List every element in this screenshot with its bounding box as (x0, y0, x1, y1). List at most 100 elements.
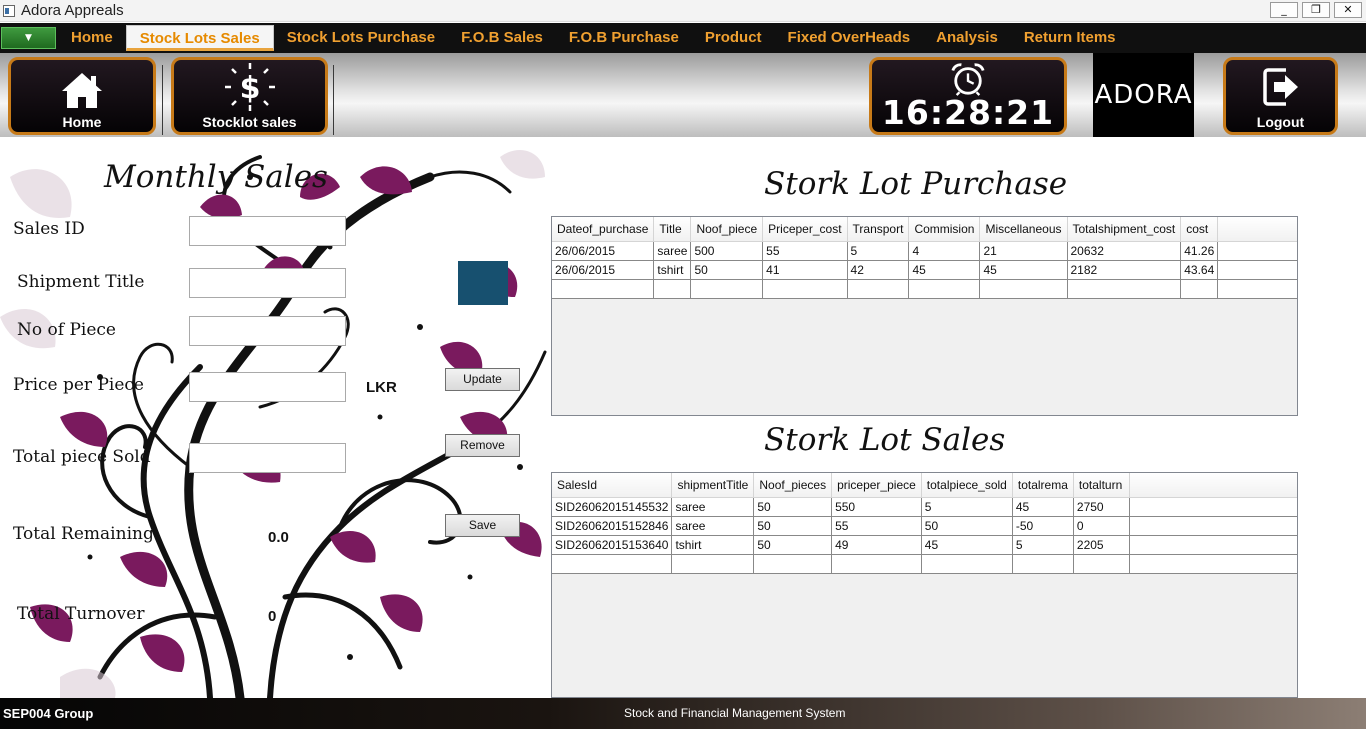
cell[interactable]: 45 (921, 535, 1013, 555)
cell[interactable]: 2205 (1073, 535, 1130, 555)
cell[interactable]: 50 (753, 497, 833, 517)
cell[interactable] (1073, 554, 1130, 574)
menu-return-items[interactable]: Return Items (1011, 25, 1129, 51)
cell[interactable]: 20632 (1067, 241, 1182, 261)
cell[interactable] (753, 554, 833, 574)
col-title[interactable]: Title (653, 217, 692, 242)
menu-fob-purchase[interactable]: F.O.B Purchase (556, 25, 692, 51)
cell[interactable] (921, 554, 1013, 574)
cell[interactable]: 45 (908, 260, 981, 280)
col-price-per-piece[interactable]: priceper_piece (831, 473, 922, 498)
cell[interactable]: saree (671, 516, 755, 536)
cell[interactable] (671, 554, 755, 574)
col-no-of-pieces[interactable]: Noof_pieces (753, 473, 833, 498)
col-total-turnover[interactable]: totalturn (1073, 473, 1130, 498)
cell[interactable]: 41 (762, 260, 848, 280)
col-total-piece-sold[interactable]: totalpiece_sold (921, 473, 1013, 498)
menu-stock-lots-purchase[interactable]: Stock Lots Purchase (274, 25, 448, 51)
update-button[interactable]: Update (445, 368, 520, 391)
menu-stock-lots-sales[interactable]: Stock Lots Sales (125, 25, 274, 51)
menu-home[interactable]: Home (58, 25, 126, 51)
col-price-per-cost[interactable]: Priceper_cost (762, 217, 848, 242)
col-cost[interactable]: cost (1180, 217, 1219, 242)
col-total-shipment-cost[interactable]: Totalshipment_cost (1067, 217, 1182, 242)
shipment-title-input[interactable] (189, 268, 346, 298)
stocklot-sales-tile-button[interactable]: $ Stocklot sales (171, 57, 328, 135)
restore-button[interactable]: ❐ (1302, 2, 1330, 18)
new-row[interactable] (552, 554, 1297, 574)
close-button[interactable]: ✕ (1334, 2, 1362, 18)
cell[interactable] (908, 279, 981, 299)
price-per-piece-input[interactable] (189, 372, 346, 402)
col-sales-id[interactable]: SalesId (552, 473, 673, 498)
cell[interactable]: -50 (1012, 516, 1074, 536)
col-shipment-title[interactable]: shipmentTitle (671, 473, 755, 498)
cell[interactable] (552, 279, 655, 299)
cell[interactable]: 42 (847, 260, 910, 280)
cell[interactable]: SID26062015152846 (552, 516, 673, 536)
sales-id-input[interactable] (189, 216, 346, 246)
cell[interactable] (847, 279, 910, 299)
cell[interactable] (831, 554, 922, 574)
cell[interactable]: 21 (979, 241, 1068, 261)
menu-fob-sales[interactable]: F.O.B Sales (448, 25, 556, 51)
menu-product[interactable]: Product (692, 25, 775, 51)
cell[interactable]: saree (671, 497, 755, 517)
cell[interactable]: 55 (762, 241, 848, 261)
sales-grid[interactable]: SalesId shipmentTitle Noof_pieces pricep… (551, 472, 1298, 698)
cell[interactable]: SID26062015145532 (552, 497, 673, 517)
cell[interactable] (552, 554, 673, 574)
cell[interactable]: 550 (831, 497, 922, 517)
cell[interactable]: tshirt (671, 535, 755, 555)
no-of-piece-input[interactable] (189, 316, 346, 346)
table-row[interactable]: 26/06/2015 saree 500 55 5 4 21 20632 41.… (552, 241, 1297, 261)
cell[interactable]: saree (653, 241, 692, 261)
cell[interactable]: 5 (1012, 535, 1074, 555)
cell[interactable] (1180, 279, 1219, 299)
cell[interactable]: 26/06/2015 (552, 260, 655, 280)
cell[interactable]: 2182 (1067, 260, 1182, 280)
cell[interactable] (979, 279, 1068, 299)
cell[interactable]: 45 (1012, 497, 1074, 517)
cell[interactable] (653, 279, 692, 299)
menu-fixed-overheads[interactable]: Fixed OverHeads (775, 25, 924, 51)
table-row[interactable]: SID26062015153640 tshirt 50 49 45 5 2205 (552, 535, 1297, 555)
cell[interactable]: 50 (753, 535, 833, 555)
cell[interactable]: 50 (753, 516, 833, 536)
menu-analysis[interactable]: Analysis (923, 25, 1011, 51)
cell[interactable]: 50 (690, 260, 764, 280)
logout-tile-button[interactable]: Logout (1223, 57, 1338, 135)
col-transport[interactable]: Transport (847, 217, 910, 242)
table-row[interactable]: SID26062015145532 saree 50 550 5 45 2750 (552, 497, 1297, 517)
cell[interactable]: 2750 (1073, 497, 1130, 517)
cell[interactable]: 500 (690, 241, 764, 261)
col-miscellaneous[interactable]: Miscellaneous (979, 217, 1068, 242)
cell[interactable]: 50 (921, 516, 1013, 536)
cell[interactable]: 0 (1073, 516, 1130, 536)
purchase-grid[interactable]: Dateof_purchase Title Noof_piece Pricepe… (551, 216, 1298, 416)
new-row[interactable] (552, 279, 1297, 299)
cell[interactable]: tshirt (653, 260, 692, 280)
cell[interactable] (1067, 279, 1182, 299)
col-commision[interactable]: Commision (908, 217, 981, 242)
cell[interactable] (762, 279, 848, 299)
total-piece-sold-input[interactable] (189, 443, 346, 473)
cell[interactable]: 5 (921, 497, 1013, 517)
save-button[interactable]: Save (445, 514, 520, 537)
table-row[interactable]: 26/06/2015 tshirt 50 41 42 45 45 2182 43… (552, 260, 1297, 280)
cell[interactable]: 45 (979, 260, 1068, 280)
minimize-button[interactable]: _ (1270, 2, 1298, 18)
home-tile-button[interactable]: Home (8, 57, 156, 135)
cell[interactable]: SID26062015153640 (552, 535, 673, 555)
cell[interactable]: 41.26 (1180, 241, 1219, 261)
dropdown-arrow-icon[interactable]: ▼ (1, 27, 56, 49)
cell[interactable]: 55 (831, 516, 922, 536)
cell[interactable] (1012, 554, 1074, 574)
cell[interactable]: 26/06/2015 (552, 241, 655, 261)
remove-button[interactable]: Remove (445, 434, 520, 457)
cell[interactable]: 5 (847, 241, 910, 261)
col-no-of-piece[interactable]: Noof_piece (690, 217, 764, 242)
table-row[interactable]: SID26062015152846 saree 50 55 50 -50 0 (552, 516, 1297, 536)
cell[interactable]: 4 (908, 241, 981, 261)
col-date-of-purchase[interactable]: Dateof_purchase (552, 217, 655, 242)
